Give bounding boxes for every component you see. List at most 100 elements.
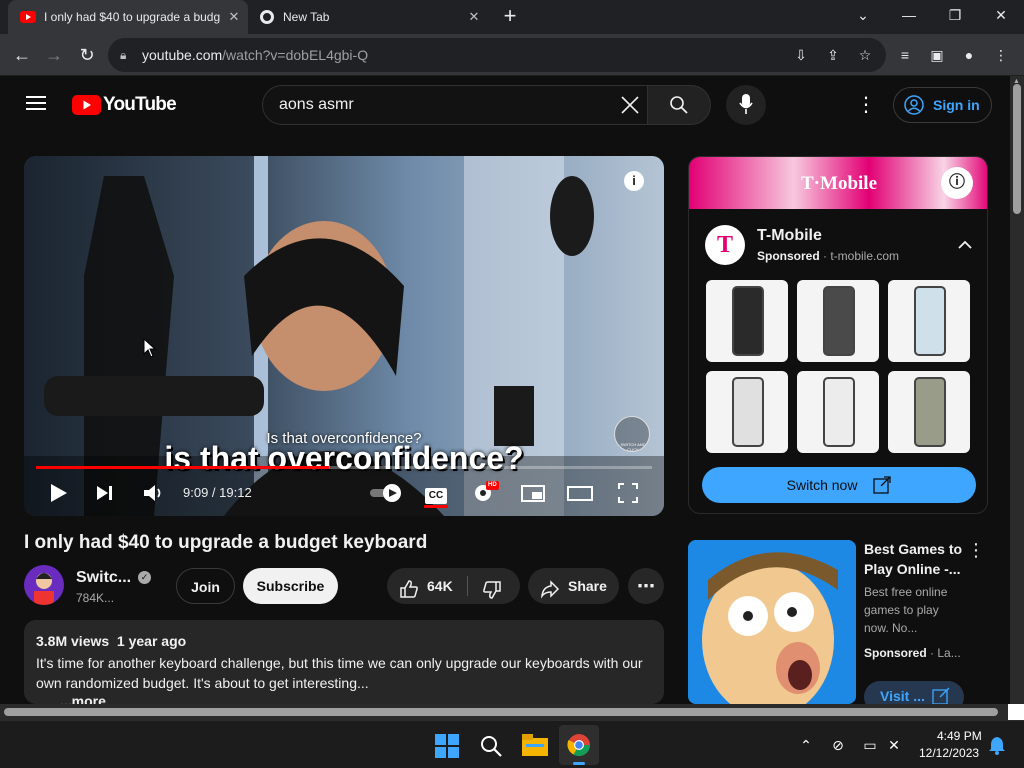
ad-info-icon[interactable]: ⓘ bbox=[941, 167, 973, 199]
windows-taskbar: ⌃ ⊘ ▭ ✕ 4:49 PM 12/12/2023 bbox=[0, 720, 1024, 768]
clock-date[interactable]: 12/12/2023 bbox=[919, 746, 979, 760]
new-tab-button[interactable]: + bbox=[498, 4, 522, 28]
minimize-button[interactable]: — bbox=[886, 0, 932, 30]
horizontal-scrollbar[interactable] bbox=[0, 704, 1010, 720]
tab-search-chevron-icon[interactable]: ⌄ bbox=[840, 0, 886, 30]
fullscreen-icon[interactable] bbox=[616, 480, 640, 506]
clear-search-icon[interactable] bbox=[619, 94, 641, 116]
address-bar[interactable]: 🔒︎ youtube.com/watch?v=dobEL4gbi-Q ⇩ ⇪ ☆ bbox=[108, 38, 886, 72]
chrome-taskbar-button[interactable] bbox=[559, 725, 599, 765]
theater-mode-icon[interactable] bbox=[566, 480, 594, 506]
back-button[interactable]: ← bbox=[10, 43, 34, 67]
account-circle-icon bbox=[904, 95, 924, 115]
play-button[interactable] bbox=[46, 480, 70, 506]
hd-badge: HD bbox=[486, 481, 499, 490]
video-player[interactable]: i SWITCH AND CLICK Is that overconfidenc… bbox=[24, 156, 664, 516]
miniplayer-icon[interactable] bbox=[520, 480, 546, 506]
channel-name[interactable]: Switc... bbox=[76, 569, 131, 587]
product-image[interactable] bbox=[797, 280, 879, 362]
chrome-icon bbox=[567, 733, 591, 757]
forward-button[interactable]: → bbox=[42, 43, 66, 67]
install-app-icon[interactable]: ⇩ bbox=[792, 46, 810, 64]
product-image[interactable] bbox=[706, 371, 788, 453]
join-button[interactable]: Join bbox=[176, 568, 235, 604]
tab-new-tab[interactable]: New Tab ✕ bbox=[248, 0, 488, 34]
search-query-text: aons asmr bbox=[279, 96, 354, 113]
share-button[interactable]: Share bbox=[528, 568, 619, 604]
video-title: I only had $40 to upgrade a budget keybo… bbox=[24, 532, 428, 553]
like-divider bbox=[467, 576, 468, 596]
autoplay-toggle[interactable] bbox=[368, 480, 404, 506]
subscribe-button[interactable]: Subscribe bbox=[243, 568, 338, 604]
microphone-icon bbox=[739, 94, 753, 116]
product-image[interactable] bbox=[888, 371, 970, 453]
url-text: youtube.com/watch?v=dobEL4gbi-Q bbox=[142, 47, 369, 63]
close-window-button[interactable]: ✕ bbox=[978, 0, 1024, 30]
product-image[interactable] bbox=[797, 371, 879, 453]
side-panel-icon[interactable]: ▣ bbox=[928, 46, 946, 64]
vertical-scrollbar[interactable]: ▲ bbox=[1010, 76, 1024, 704]
closed-captions-button[interactable]: CC bbox=[424, 480, 448, 508]
share-icon[interactable]: ⇪ bbox=[824, 46, 842, 64]
settings-kebab-icon[interactable]: ⋮ bbox=[856, 93, 876, 117]
display-icon[interactable]: ▭ bbox=[860, 735, 880, 755]
like-count: 64K bbox=[427, 578, 453, 594]
search-input[interactable]: aons asmr bbox=[262, 85, 648, 125]
channel-avatar[interactable] bbox=[24, 565, 64, 605]
ad-banner[interactable]: T·Mobile ⓘ bbox=[689, 157, 987, 209]
search-button[interactable] bbox=[647, 85, 711, 125]
taskbar-search-icon[interactable] bbox=[479, 734, 503, 758]
show-hidden-icons-chevron-icon[interactable]: ⌃ bbox=[796, 735, 816, 755]
next-button[interactable] bbox=[92, 480, 116, 506]
voice-search-button[interactable] bbox=[726, 85, 766, 125]
notification-bell-icon[interactable] bbox=[988, 735, 1006, 755]
browser-toolbar: ← → ↻ 🔒︎ youtube.com/watch?v=dobEL4gbi-Q… bbox=[0, 34, 1024, 76]
clock-time[interactable]: 4:49 PM bbox=[937, 729, 982, 743]
progress-bar[interactable] bbox=[36, 466, 652, 469]
windows-start-icon[interactable] bbox=[435, 734, 459, 758]
sign-in-button[interactable]: Sign in bbox=[893, 87, 992, 123]
video-info-icon[interactable]: i bbox=[624, 171, 644, 191]
settings-gear-icon[interactable]: HD bbox=[472, 480, 499, 506]
close-tab-icon[interactable]: ✕ bbox=[466, 9, 482, 25]
side-ad-title[interactable]: Best Games to Play Online -... bbox=[864, 539, 968, 579]
switch-now-label: Switch now bbox=[786, 477, 858, 493]
switch-now-button[interactable]: Switch now bbox=[702, 467, 976, 503]
product-image[interactable] bbox=[706, 280, 788, 362]
product-image[interactable] bbox=[888, 280, 970, 362]
vertical-scroll-thumb[interactable] bbox=[1013, 84, 1021, 214]
dislike-button[interactable] bbox=[469, 568, 519, 604]
ad-companion-panel: T·Mobile ⓘ T T-Mobile Sponsored · t-mobi… bbox=[688, 156, 988, 514]
close-tab-icon[interactable]: ✕ bbox=[226, 9, 242, 25]
cc-active-underline bbox=[424, 505, 448, 508]
video-description[interactable]: 3.8M views 1 year ago It's time for anot… bbox=[24, 620, 664, 704]
reload-button[interactable]: ↻ bbox=[75, 43, 99, 67]
horizontal-scroll-thumb[interactable] bbox=[4, 708, 998, 716]
external-link-icon bbox=[873, 471, 891, 494]
side-ad-menu-icon[interactable]: ⋮ bbox=[967, 540, 985, 560]
network-disconnected-icon[interactable]: ⊘ bbox=[828, 735, 848, 755]
advertiser-logo[interactable]: T bbox=[705, 225, 745, 265]
file-explorer-icon[interactable] bbox=[522, 734, 548, 756]
description-text: It's time for another keyboard challenge… bbox=[36, 655, 643, 691]
more-actions-button[interactable]: ⋯ bbox=[628, 568, 664, 604]
youtube-logo-icon bbox=[72, 95, 101, 115]
external-link-icon bbox=[932, 687, 950, 705]
youtube-logo[interactable]: YouTube bbox=[72, 94, 177, 116]
bookmark-star-icon[interactable]: ☆ bbox=[856, 46, 874, 64]
collapse-chevron-icon[interactable] bbox=[955, 235, 975, 255]
advertiser-name[interactable]: T-Mobile bbox=[757, 227, 822, 245]
volume-icon[interactable] bbox=[140, 480, 166, 506]
menu-kebab-icon[interactable]: ⋮ bbox=[992, 46, 1010, 64]
restore-button[interactable]: ❐ bbox=[932, 0, 978, 30]
side-ad-thumbnail[interactable] bbox=[688, 540, 856, 704]
tab-youtube[interactable]: I only had $40 to upgrade a budget keybo… bbox=[8, 0, 248, 34]
media-controls-icon[interactable]: ≡ bbox=[896, 46, 914, 64]
more-link[interactable]: ...more bbox=[60, 693, 106, 704]
hamburger-menu-icon[interactable] bbox=[26, 95, 46, 111]
profile-icon[interactable]: ● bbox=[960, 46, 978, 64]
like-button[interactable]: 64K bbox=[387, 568, 467, 604]
volume-muted-icon[interactable]: ✕ bbox=[884, 735, 904, 755]
burned-in-caption: is that overconfidence? bbox=[164, 440, 524, 476]
chrome-favicon-icon bbox=[260, 10, 274, 24]
